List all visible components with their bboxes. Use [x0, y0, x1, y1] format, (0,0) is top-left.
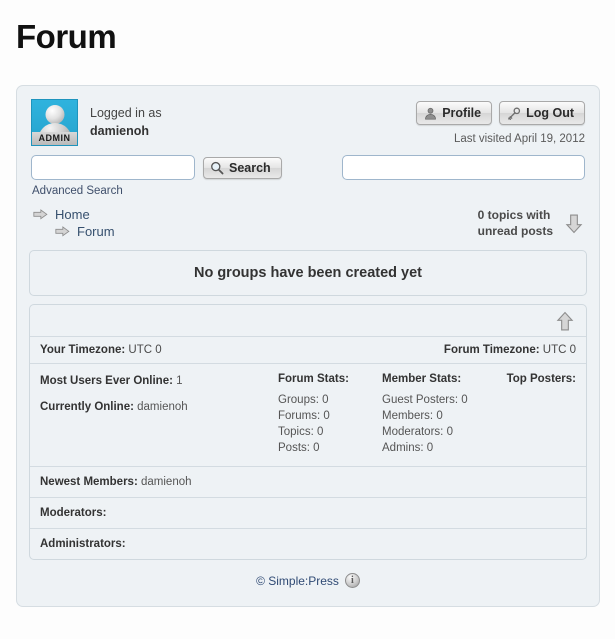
user-bar: ADMIN Logged in as damienoh Profile Log … [27, 96, 589, 146]
forum-stats-column: Forum Stats: Groups: 0 Forums: 0 Topics:… [278, 373, 382, 456]
most-users-ever-online: Most Users Ever Online: 1 [40, 373, 278, 389]
forum-timezone: Forum Timezone: UTC 0 [444, 344, 576, 356]
top-posters-column: Top Posters: [500, 373, 576, 456]
stats-collapse-row [30, 305, 586, 336]
unread-posts-line2: unread posts [477, 223, 553, 238]
forum-stats-title: Forum Stats: [278, 373, 349, 385]
forum-stats-groups-label: Groups: [278, 394, 319, 406]
search-button-label: Search [229, 160, 271, 175]
profile-button[interactable]: Profile [416, 101, 493, 125]
avatar-admin-badge: ADMIN [32, 132, 77, 145]
avatar[interactable]: ADMIN [31, 99, 78, 146]
profile-button-label: Profile [442, 106, 482, 120]
info-icon[interactable]: i [344, 573, 360, 588]
forum-card: ADMIN Logged in as damienoh Profile Log … [16, 85, 600, 607]
your-timezone-value: UTC 0 [128, 344, 162, 356]
newest-members-label: Newest Members: [40, 476, 138, 488]
footer: © Simple:Press i [27, 560, 589, 598]
logged-in-username[interactable]: damienoh [90, 122, 162, 140]
forum-stats-topics-label: Topics: [278, 426, 314, 438]
key-icon [508, 107, 521, 120]
groups-panel: No groups have been created yet [29, 250, 587, 296]
page-title: Forum [16, 18, 117, 55]
breadcrumb-item-forum[interactable]: Forum [55, 223, 115, 240]
breadcrumb-row: Home Forum 0 topics with unread posts [27, 197, 589, 244]
forum-stats-posts: Posts: 0 [278, 440, 382, 456]
breadcrumb-item-home[interactable]: Home [33, 206, 115, 223]
member-stats-moderators-label: Moderators: [382, 426, 444, 438]
administrators-row: Administrators: [30, 529, 586, 559]
search-button[interactable]: Search [203, 156, 282, 179]
your-timezone-label: Your Timezone: [40, 344, 126, 356]
breadcrumb: Home Forum [33, 206, 115, 240]
user-actions: Profile Log Out Last visited April 19, 2… [416, 99, 585, 145]
timezone-row: Your Timezone: UTC 0 Forum Timezone: UTC… [30, 336, 586, 364]
newest-members-value[interactable]: damienoh [141, 476, 192, 488]
advanced-search-link[interactable]: Advanced Search [27, 180, 589, 197]
forum-stats-forums: Forums: 0 [278, 408, 382, 424]
member-stats-admins: Admins: 0 [382, 440, 500, 456]
administrators-label: Administrators: [40, 538, 126, 550]
search-icon [211, 161, 224, 174]
logout-button[interactable]: Log Out [499, 101, 585, 125]
top-posters-title: Top Posters: [506, 373, 576, 385]
moderators-row: Moderators: [30, 498, 586, 529]
member-stats-members: Members: 0 [382, 408, 500, 424]
currently-online-value[interactable]: damienoh [137, 401, 188, 413]
stats-grid: Most Users Ever Online: 1 Currently Onli… [30, 364, 586, 467]
arrow-right-icon [33, 209, 48, 220]
member-stats-members-label: Members: [382, 410, 434, 422]
search-bar: Search [27, 146, 589, 180]
footer-copyright[interactable]: © Simple:Press [256, 574, 339, 588]
no-groups-message: No groups have been created yet [193, 265, 423, 281]
forum-stats-topics-value: 0 [317, 426, 324, 438]
logout-button-label: Log Out [526, 106, 574, 120]
member-stats-guest-posters: Guest Posters: 0 [382, 392, 500, 408]
forum-stats-posts-value: 0 [313, 442, 320, 454]
your-timezone: Your Timezone: UTC 0 [40, 344, 162, 356]
forum-stats-groups: Groups: 0 [278, 392, 382, 408]
secondary-input[interactable] [342, 155, 585, 180]
member-stats-members-value: 0 [436, 410, 443, 422]
stats-panel: Your Timezone: UTC 0 Forum Timezone: UTC… [29, 304, 587, 560]
member-stats-guest-posters-value: 0 [461, 394, 468, 406]
unread-posts-line1: 0 topics with [477, 208, 551, 222]
login-status: Logged in as damienoh [90, 99, 162, 140]
person-icon [425, 107, 437, 120]
unread-posts-indicator[interactable]: 0 topics with unread posts [478, 206, 583, 239]
avatar-head-icon [45, 105, 64, 124]
last-visited-text: Last visited April 19, 2012 [453, 133, 585, 145]
member-stats-title: Member Stats: [382, 373, 462, 385]
footer-credit: © Simple:Press i [256, 573, 360, 588]
member-stats-guest-posters-label: Guest Posters: [382, 394, 459, 406]
member-stats-moderators: Moderators: 0 [382, 424, 500, 440]
forum-timezone-value: UTC 0 [542, 344, 576, 356]
forum-stats-topics: Topics: 0 [278, 424, 382, 440]
forum-stats-forums-value: 0 [323, 410, 330, 422]
user-action-buttons: Profile Log Out [416, 101, 585, 125]
currently-online: Currently Online: damienoh [40, 399, 278, 415]
unread-posts-text: 0 topics with unread posts [478, 208, 553, 239]
moderators-label: Moderators: [40, 507, 107, 519]
most-users-ever-online-value: 1 [176, 375, 183, 387]
currently-online-label: Currently Online: [40, 401, 134, 413]
arrow-down-icon[interactable] [565, 214, 583, 234]
arrow-up-icon[interactable] [556, 311, 574, 331]
member-stats-admins-value: 0 [426, 442, 434, 454]
forum-timezone-label: Forum Timezone: [443, 344, 540, 356]
forum-stats-posts-label: Posts: [278, 442, 310, 454]
online-stats-column: Most Users Ever Online: 1 Currently Onli… [40, 373, 278, 456]
most-users-ever-online-label: Most Users Ever Online: [40, 375, 173, 387]
member-stats-column: Member Stats: Guest Posters: 0 Members: … [382, 373, 500, 456]
member-stats-admins-label: Admins: [382, 442, 424, 454]
forum-stats-groups-value: 0 [322, 394, 329, 406]
logged-in-label: Logged in as [90, 106, 162, 120]
breadcrumb-item-forum-label: Forum [77, 224, 115, 239]
arrow-right-icon [55, 226, 70, 237]
member-stats-moderators-value: 0 [446, 426, 453, 438]
search-input[interactable] [31, 155, 195, 180]
forum-stats-forums-label: Forums: [278, 410, 321, 422]
newest-members-row: Newest Members: damienoh [30, 467, 586, 498]
breadcrumb-item-home-label: Home [55, 207, 90, 222]
